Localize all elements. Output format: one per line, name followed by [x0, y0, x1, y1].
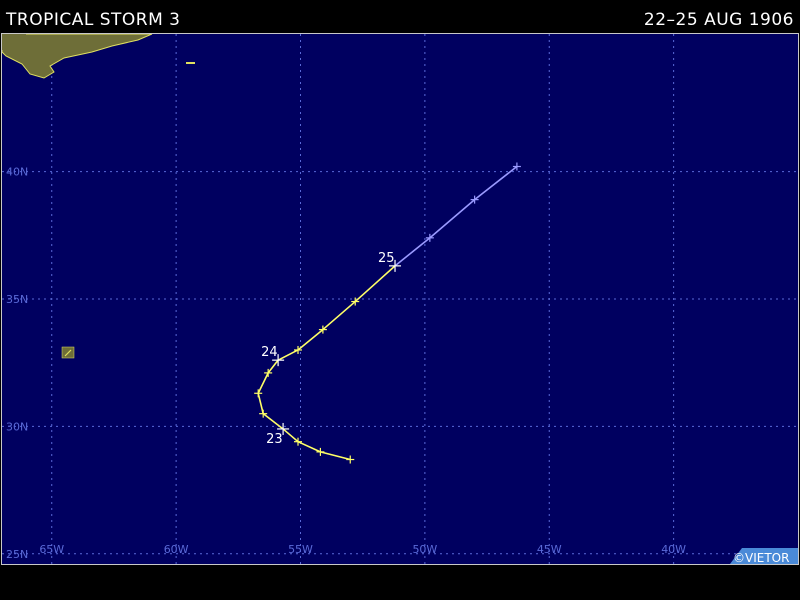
longitude-label: 40W: [661, 543, 686, 556]
map-panel[interactable]: 65W 60W 55W 50W 45W 40W 40N 35N 30N 25N 23 24 25 ©V…: [1, 33, 799, 565]
header-bar: TROPICAL STORM 3 22–25 AUG 1906: [0, 0, 800, 33]
storm-title: TROPICAL STORM 3: [6, 10, 181, 30]
credit-text: ©VIETOR: [733, 551, 789, 564]
latitude-label: 40N: [6, 166, 28, 179]
sable-island: [186, 62, 195, 64]
day-label: 25: [378, 251, 395, 266]
day-label: 24: [261, 345, 278, 360]
track-map: 65W 60W 55W 50W 45W 40W40N35N30N25N 232425 ©V…: [2, 34, 798, 564]
footer-bar: [0, 565, 800, 600]
date-range: 22–25 AUG 1906: [643, 10, 794, 30]
coast-block: [2, 34, 26, 50]
latitude-label: 30N: [6, 420, 28, 433]
latitude-label: 25N: [6, 548, 28, 561]
latitude-label: 35N: [6, 293, 28, 306]
day-label: 23: [266, 432, 283, 447]
credit-badge: ©VIETOR: [730, 548, 798, 564]
